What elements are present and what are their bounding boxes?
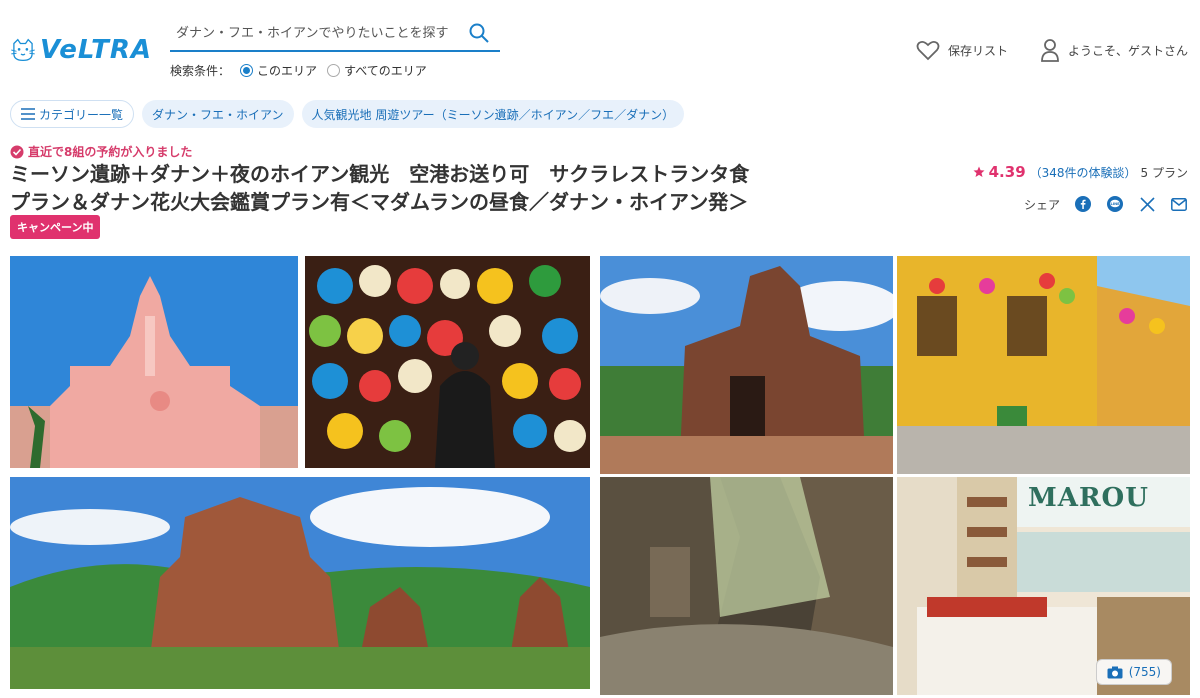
radio-this-area[interactable]: このエリア	[240, 62, 317, 79]
campaign-badge: キャンペーン中	[10, 215, 101, 239]
area-chip[interactable]: ダナン・フエ・ホイアン	[142, 100, 294, 128]
header-actions: 保存リスト ようこそ、ゲストさん	[916, 38, 1188, 62]
search-input[interactable]	[170, 18, 460, 48]
check-circle-icon	[10, 145, 24, 158]
mail-icon[interactable]	[1170, 195, 1188, 213]
tiger-logo-icon	[11, 38, 35, 62]
photo-marou-shop[interactable]: MAROU (755)	[897, 477, 1190, 695]
search-conditions-label: 検索条件：	[170, 64, 231, 78]
share-label: シェア	[1023, 197, 1060, 212]
heart-icon	[916, 40, 940, 61]
facebook-icon[interactable]	[1074, 195, 1092, 213]
photo-hoi-an-street[interactable]	[897, 256, 1190, 474]
star-icon	[973, 166, 985, 177]
line-icon[interactable]: LINE	[1106, 195, 1124, 213]
photo-lanterns[interactable]	[305, 256, 590, 468]
shop-sign-text: MAROU	[1028, 483, 1149, 513]
plan-count: 5 プラン	[1140, 165, 1188, 180]
saved-list-link[interactable]: 保存リスト	[916, 39, 1008, 61]
photo-temple-ruin[interactable]	[600, 256, 893, 474]
veltra-logo[interactable]: VeLTRA	[10, 30, 152, 70]
rating-score: 4.39	[988, 163, 1026, 181]
user-icon	[1041, 39, 1059, 62]
category-list-button[interactable]: カテゴリー一覧	[10, 100, 135, 128]
photo-count-button[interactable]: (755)	[1095, 659, 1172, 685]
share-bar: シェア LINE	[1024, 195, 1188, 213]
review-count-link[interactable]: （348件の体験談）	[1030, 164, 1137, 181]
photo-marble-cave[interactable]	[600, 477, 893, 695]
tour-category-chip[interactable]: 人気観光地 周遊ツアー（ミーソン遺跡／ホイアン／フエ／ダナン）	[301, 100, 685, 128]
logo-text: VeLTRA	[39, 35, 152, 65]
page-title: ミーソン遺跡＋ダナン＋夜のホイアン観光 空港お送り可 サクラレストランタ食 プラ…	[10, 162, 750, 214]
booking-notice: 直近で8組の予約が入りました	[10, 143, 192, 160]
search-icon[interactable]	[468, 22, 490, 44]
category-chips: カテゴリー一覧 ダナン・フエ・ホイアン 人気観光地 周遊ツアー（ミーソン遺跡／ホ…	[10, 100, 685, 128]
account-link[interactable]: ようこそ、ゲストさん	[1040, 38, 1188, 62]
svg-text:LINE: LINE	[1110, 202, 1120, 206]
rating-summary: 4.39 （348件の体験談） 5 プラン	[973, 163, 1188, 181]
x-icon[interactable]	[1138, 195, 1156, 213]
site-header: VeLTRA 検索条件： このエリア すべてのエリア 保存リスト ようこそ、ゲス…	[0, 0, 1200, 90]
menu-icon	[21, 108, 35, 120]
photo-pink-church[interactable]	[10, 256, 298, 468]
search-conditions: 検索条件： このエリア すべてのエリア	[170, 62, 427, 79]
search-box	[170, 18, 500, 52]
camera-icon	[1107, 666, 1123, 678]
radio-selected-icon	[240, 64, 254, 77]
radio-unselected-icon	[327, 64, 341, 77]
radio-all-areas[interactable]: すべてのエリア	[327, 62, 427, 79]
photo-my-son-ruins[interactable]	[10, 477, 590, 689]
